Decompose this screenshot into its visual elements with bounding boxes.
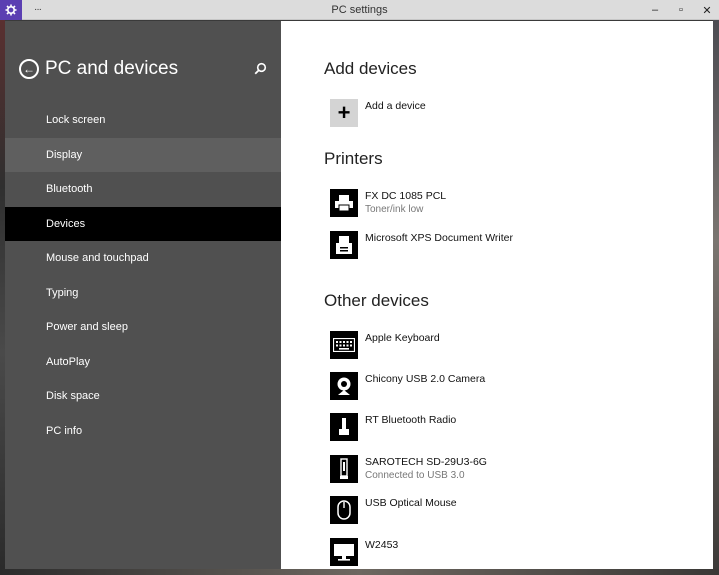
device-item[interactable]: W2453 — [330, 538, 398, 566]
title-bar: ··· PC settings – ▫ ✕ — [0, 0, 719, 20]
plus-icon: + — [330, 99, 358, 127]
monitor-icon — [330, 538, 358, 566]
sidebar-item-disk-space[interactable]: Disk space — [5, 379, 281, 414]
desktop-background-bottom — [0, 569, 719, 575]
gear-icon[interactable] — [0, 0, 22, 20]
sidebar-item-typing[interactable]: Typing — [5, 276, 281, 311]
device-name: FX DC 1085 PCL — [365, 190, 447, 202]
sidebar-item-display[interactable]: Display — [5, 137, 281, 172]
printer-item[interactable]: FX DC 1085 PCL Toner/ink low — [330, 189, 446, 217]
device-item[interactable]: USB Optical Mouse — [330, 496, 457, 524]
device-item[interactable]: RT Bluetooth Radio — [330, 413, 456, 441]
sidebar-item-pc-info[interactable]: PC info — [5, 414, 281, 449]
printers-heading: Printers — [324, 149, 383, 168]
device-status: Toner/ink low — [365, 204, 424, 215]
main-content: Add devices + Add a device Printers FX D… — [281, 21, 713, 569]
device-name: Microsoft XPS Document Writer — [365, 232, 514, 244]
device-status: Connected to USB 3.0 — [365, 470, 465, 481]
window-menu-button[interactable]: ··· — [34, 4, 42, 15]
window-controls: – ▫ ✕ — [649, 0, 713, 20]
sidebar: ← PC and devices Lock screen Display Blu… — [5, 21, 281, 569]
gear-icon-glyph — [5, 4, 17, 15]
sidebar-item-bluetooth[interactable]: Bluetooth — [5, 172, 281, 207]
search-icon[interactable] — [254, 62, 267, 75]
device-name: Chicony USB 2.0 Camera — [365, 373, 486, 385]
device-name: Apple Keyboard — [365, 332, 440, 344]
webcam-icon — [330, 372, 358, 400]
mouse-icon — [330, 496, 358, 524]
document-printer-icon — [330, 231, 358, 259]
add-device-button[interactable]: + Add a device — [330, 99, 426, 127]
add-devices-heading: Add devices — [324, 59, 417, 78]
device-name: RT Bluetooth Radio — [365, 414, 457, 426]
usb-drive-icon — [330, 455, 358, 483]
sidebar-item-lock-screen[interactable]: Lock screen — [5, 103, 281, 138]
keyboard-icon — [330, 331, 358, 359]
device-name: USB Optical Mouse — [365, 497, 457, 509]
sidebar-item-power-and-sleep[interactable]: Power and sleep — [5, 310, 281, 345]
sidebar-item-devices[interactable]: Devices — [5, 206, 281, 241]
back-arrow-icon[interactable]: ← — [19, 59, 39, 79]
usb-device-icon — [330, 413, 358, 441]
window-title: PC settings — [331, 3, 388, 16]
page-title: PC and devices — [45, 58, 179, 79]
device-name: W2453 — [365, 539, 399, 551]
minimize-button[interactable]: – — [649, 4, 661, 16]
device-item[interactable]: Chicony USB 2.0 Camera — [330, 372, 485, 400]
printer-item[interactable]: Microsoft XPS Document Writer — [330, 231, 513, 259]
desktop-background-right — [713, 20, 719, 575]
device-item[interactable]: Apple Keyboard — [330, 331, 440, 359]
maximize-button[interactable]: ▫ — [675, 4, 687, 16]
sidebar-header: ← PC and devices — [5, 21, 281, 111]
close-button[interactable]: ✕ — [701, 4, 713, 17]
add-device-label: Add a device — [365, 100, 426, 112]
sidebar-nav: Lock screen Display Bluetooth Devices Mo… — [5, 103, 281, 448]
sidebar-item-mouse-and-touchpad[interactable]: Mouse and touchpad — [5, 241, 281, 276]
device-item[interactable]: SAROTECH SD-29U3-6G Connected to USB 3.0 — [330, 455, 487, 483]
device-name: SAROTECH SD-29U3-6G — [365, 456, 487, 468]
printer-icon — [330, 189, 358, 217]
sidebar-item-autoplay[interactable]: AutoPlay — [5, 345, 281, 380]
other-devices-heading: Other devices — [324, 291, 429, 310]
